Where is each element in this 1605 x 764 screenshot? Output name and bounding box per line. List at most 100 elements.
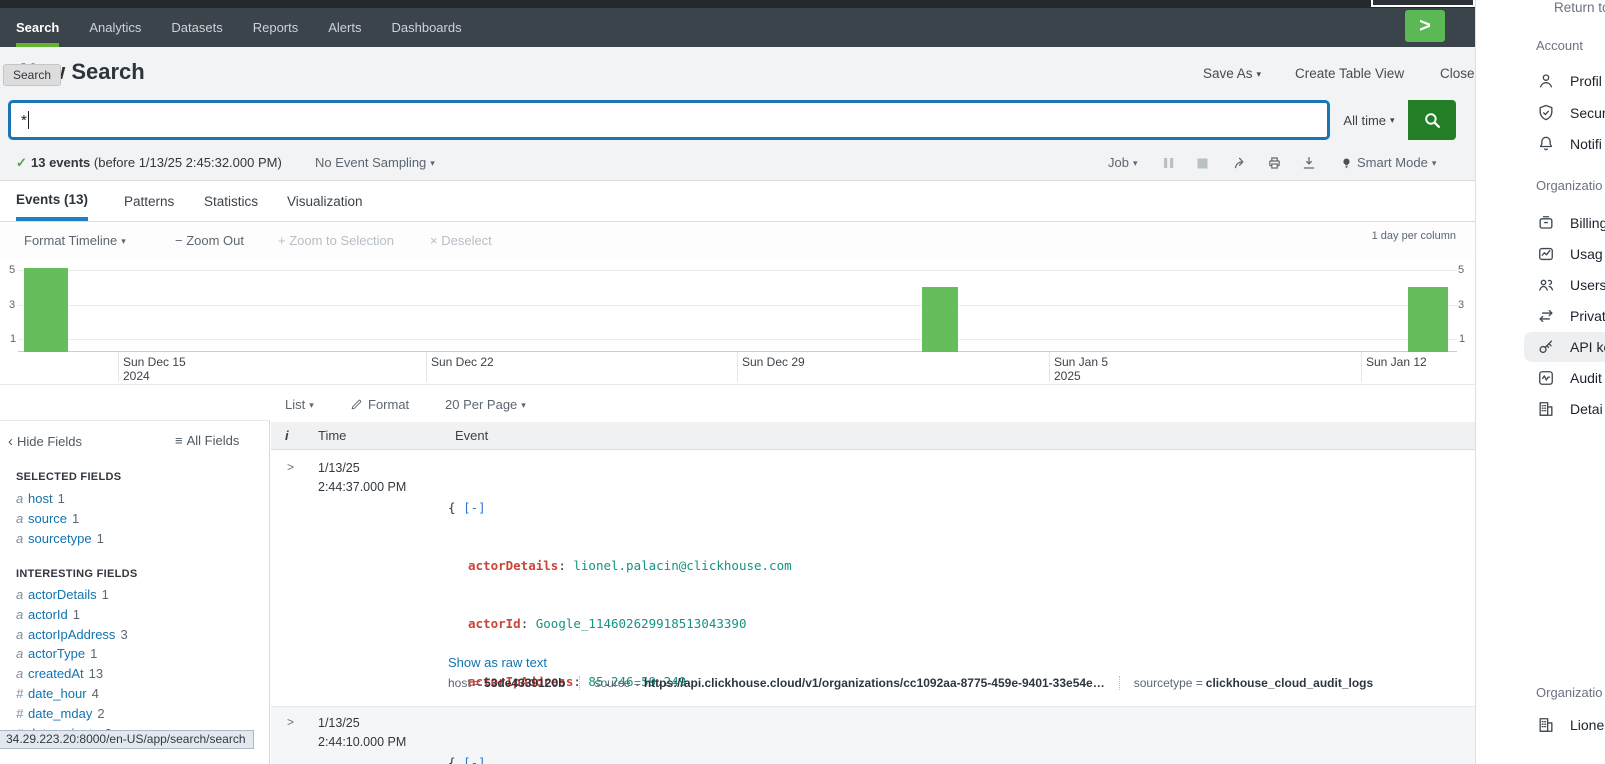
timeline-bar[interactable] xyxy=(1408,287,1448,352)
panel-item-notifications[interactable]: Notifi xyxy=(1536,133,1602,155)
event-timestamp: 1/13/252:44:10.000 PM xyxy=(318,714,406,753)
list-icon: ≡ xyxy=(175,433,183,448)
tab-statistics[interactable]: Statistics xyxy=(204,181,258,221)
collapse-json-link[interactable]: [-] xyxy=(463,500,486,515)
x-axis-tick xyxy=(118,352,119,382)
x-axis-tick xyxy=(426,352,427,382)
account-section-title: Account xyxy=(1536,38,1583,53)
json-value[interactable]: lionel.palacin@clickhouse.com xyxy=(573,558,791,573)
nav-item-reports[interactable]: Reports xyxy=(253,8,299,47)
format-timeline-dropdown[interactable]: Format Timeline▾ xyxy=(24,233,126,248)
pencil-icon xyxy=(350,398,363,411)
return-to-link[interactable]: Return to xyxy=(1554,0,1605,15)
tab-events[interactable]: Events (13) xyxy=(16,181,88,221)
hide-fields-link[interactable]: ‹Hide Fields xyxy=(8,433,82,450)
panel-item-security[interactable]: Secur xyxy=(1536,102,1605,124)
lightbulb-icon xyxy=(1340,156,1353,171)
chevron-down-icon: ▾ xyxy=(309,400,314,410)
list-view-dropdown[interactable]: List▾ xyxy=(285,397,314,412)
panel-item-usage[interactable]: Usag xyxy=(1536,243,1603,265)
result-summary: 13 events (before 1/13/25 2:45:32.000 PM… xyxy=(31,155,282,170)
stop-icon[interactable] xyxy=(1197,158,1208,169)
event-json: { [-] actorDetails: lionel.palacin@click… xyxy=(448,714,792,764)
pause-icon[interactable] xyxy=(1163,157,1175,169)
panel-item-audit[interactable]: Audit xyxy=(1536,367,1602,389)
print-icon[interactable] xyxy=(1266,155,1283,171)
panel-item-profile[interactable]: Profil xyxy=(1536,70,1602,92)
save-as-button[interactable]: Save As▾ xyxy=(1203,66,1261,81)
user-icon xyxy=(1536,71,1556,91)
x-axis-label: Sun Jan 52025 xyxy=(1054,355,1108,383)
format-results-button[interactable]: Format xyxy=(350,397,409,412)
nav-item-analytics[interactable]: Analytics xyxy=(89,8,141,47)
create-table-view-button[interactable]: Create Table View xyxy=(1295,66,1404,81)
building-icon xyxy=(1536,399,1556,419)
panel-item-private[interactable]: Privat xyxy=(1536,305,1605,327)
time-column-header: Time xyxy=(318,428,346,443)
job-dropdown[interactable]: Job▾ xyxy=(1108,155,1138,170)
x-axis-label: Sun Dec 29 xyxy=(742,355,805,369)
panel-item-api-keys[interactable]: API ke xyxy=(1524,332,1605,362)
search-mode-dropdown[interactable]: Smart Mode▾ xyxy=(1357,155,1436,170)
job-status-check-icon: ✓ xyxy=(16,155,27,171)
selected-fields-title: SELECTED FIELDS xyxy=(16,471,121,483)
nav-search-tooltip: Search xyxy=(3,64,61,86)
timeline-granularity-label: 1 day per column xyxy=(1372,230,1456,242)
show-raw-text-link[interactable]: Show as raw text xyxy=(448,655,547,670)
splunk-logo[interactable]: > xyxy=(1405,10,1445,42)
nav-item-dashboards[interactable]: Dashboards xyxy=(391,8,461,47)
bell-icon xyxy=(1536,134,1556,154)
deselect-button[interactable]: × Deselect xyxy=(430,233,492,248)
share-icon[interactable] xyxy=(1232,155,1249,171)
meta-source[interactable]: source =https://api.clickhouse.cloud/v1/… xyxy=(579,676,1118,690)
search-input[interactable]: * xyxy=(8,100,1330,140)
expand-event-chevron[interactable]: > xyxy=(287,715,294,729)
expand-event-chevron[interactable]: > xyxy=(287,460,294,474)
screenshot-root: Search Analytics Datasets Reports Alerts… xyxy=(0,0,1605,764)
json-key[interactable]: actorId xyxy=(468,616,521,631)
tab-patterns[interactable]: Patterns xyxy=(124,181,174,221)
meta-sourcetype[interactable]: sourcetype =clickhouse_cloud_audit_logs xyxy=(1119,676,1387,690)
event-row: > 1/13/252:44:37.000 PM { [-] actorDetai… xyxy=(271,450,1475,707)
gridline xyxy=(18,270,1457,271)
swap-arrows-icon xyxy=(1536,306,1556,326)
search-icon xyxy=(1423,111,1442,130)
chevron-down-icon: ▾ xyxy=(1133,158,1138,168)
event-sampling-dropdown[interactable]: No Event Sampling▾ xyxy=(315,155,435,170)
panel-item-users[interactable]: Users xyxy=(1536,274,1605,296)
close-button[interactable]: Close xyxy=(1440,66,1475,81)
collapse-json-link[interactable]: [-] xyxy=(463,755,486,764)
time-range-picker[interactable]: All time▾ xyxy=(1330,100,1408,140)
download-icon[interactable] xyxy=(1301,155,1317,171)
tab-visualization[interactable]: Visualization xyxy=(287,181,363,221)
nav-item-datasets[interactable]: Datasets xyxy=(171,8,222,47)
y-axis-label: 5 xyxy=(9,264,15,276)
search-button[interactable] xyxy=(1408,100,1456,140)
x-axis-label: Sun Dec 22 xyxy=(431,355,494,369)
per-page-dropdown[interactable]: 20 Per Page▾ xyxy=(445,397,526,412)
gridline xyxy=(18,339,1457,340)
nav-item-alerts[interactable]: Alerts xyxy=(328,8,361,47)
org-switcher-title: Organizatio xyxy=(1536,685,1602,700)
text-cursor xyxy=(28,111,30,129)
timeline-bar[interactable] xyxy=(922,287,958,352)
panel-item-billing[interactable]: Billing xyxy=(1536,212,1605,234)
panel-item-details[interactable]: Detai xyxy=(1536,398,1603,420)
panel-item-org-lionel[interactable]: Lione xyxy=(1536,714,1604,736)
field-item: asourcetype1 xyxy=(16,531,104,551)
json-value[interactable]: Google_114602629918513043390 xyxy=(536,616,747,631)
nav-item-search[interactable]: Search xyxy=(16,8,59,47)
zoom-out-button[interactable]: − Zoom Out xyxy=(175,233,244,248)
all-fields-link[interactable]: ≡All Fields xyxy=(175,433,239,448)
field-item: aactorId1 xyxy=(16,607,128,627)
event-timestamp: 1/13/252:44:37.000 PM xyxy=(318,459,406,498)
json-key[interactable]: actorDetails xyxy=(468,558,558,573)
chevron-left-icon: ‹ xyxy=(8,433,13,450)
meta-host[interactable]: host =53de4339120b xyxy=(448,676,579,690)
timeline-bar[interactable] xyxy=(24,268,68,352)
zoom-to-selection-button[interactable]: + Zoom to Selection xyxy=(278,233,394,248)
y-axis-label-right: 3 xyxy=(1458,299,1464,311)
results-tabs: Events (13) Patterns Statistics Visualiz… xyxy=(0,181,1475,222)
event-row: > 1/13/252:44:10.000 PM { [-] actorDetai… xyxy=(271,707,1475,764)
cloud-settings-panel: Return to Account Profil Secur Notifi Or… xyxy=(1475,0,1605,764)
